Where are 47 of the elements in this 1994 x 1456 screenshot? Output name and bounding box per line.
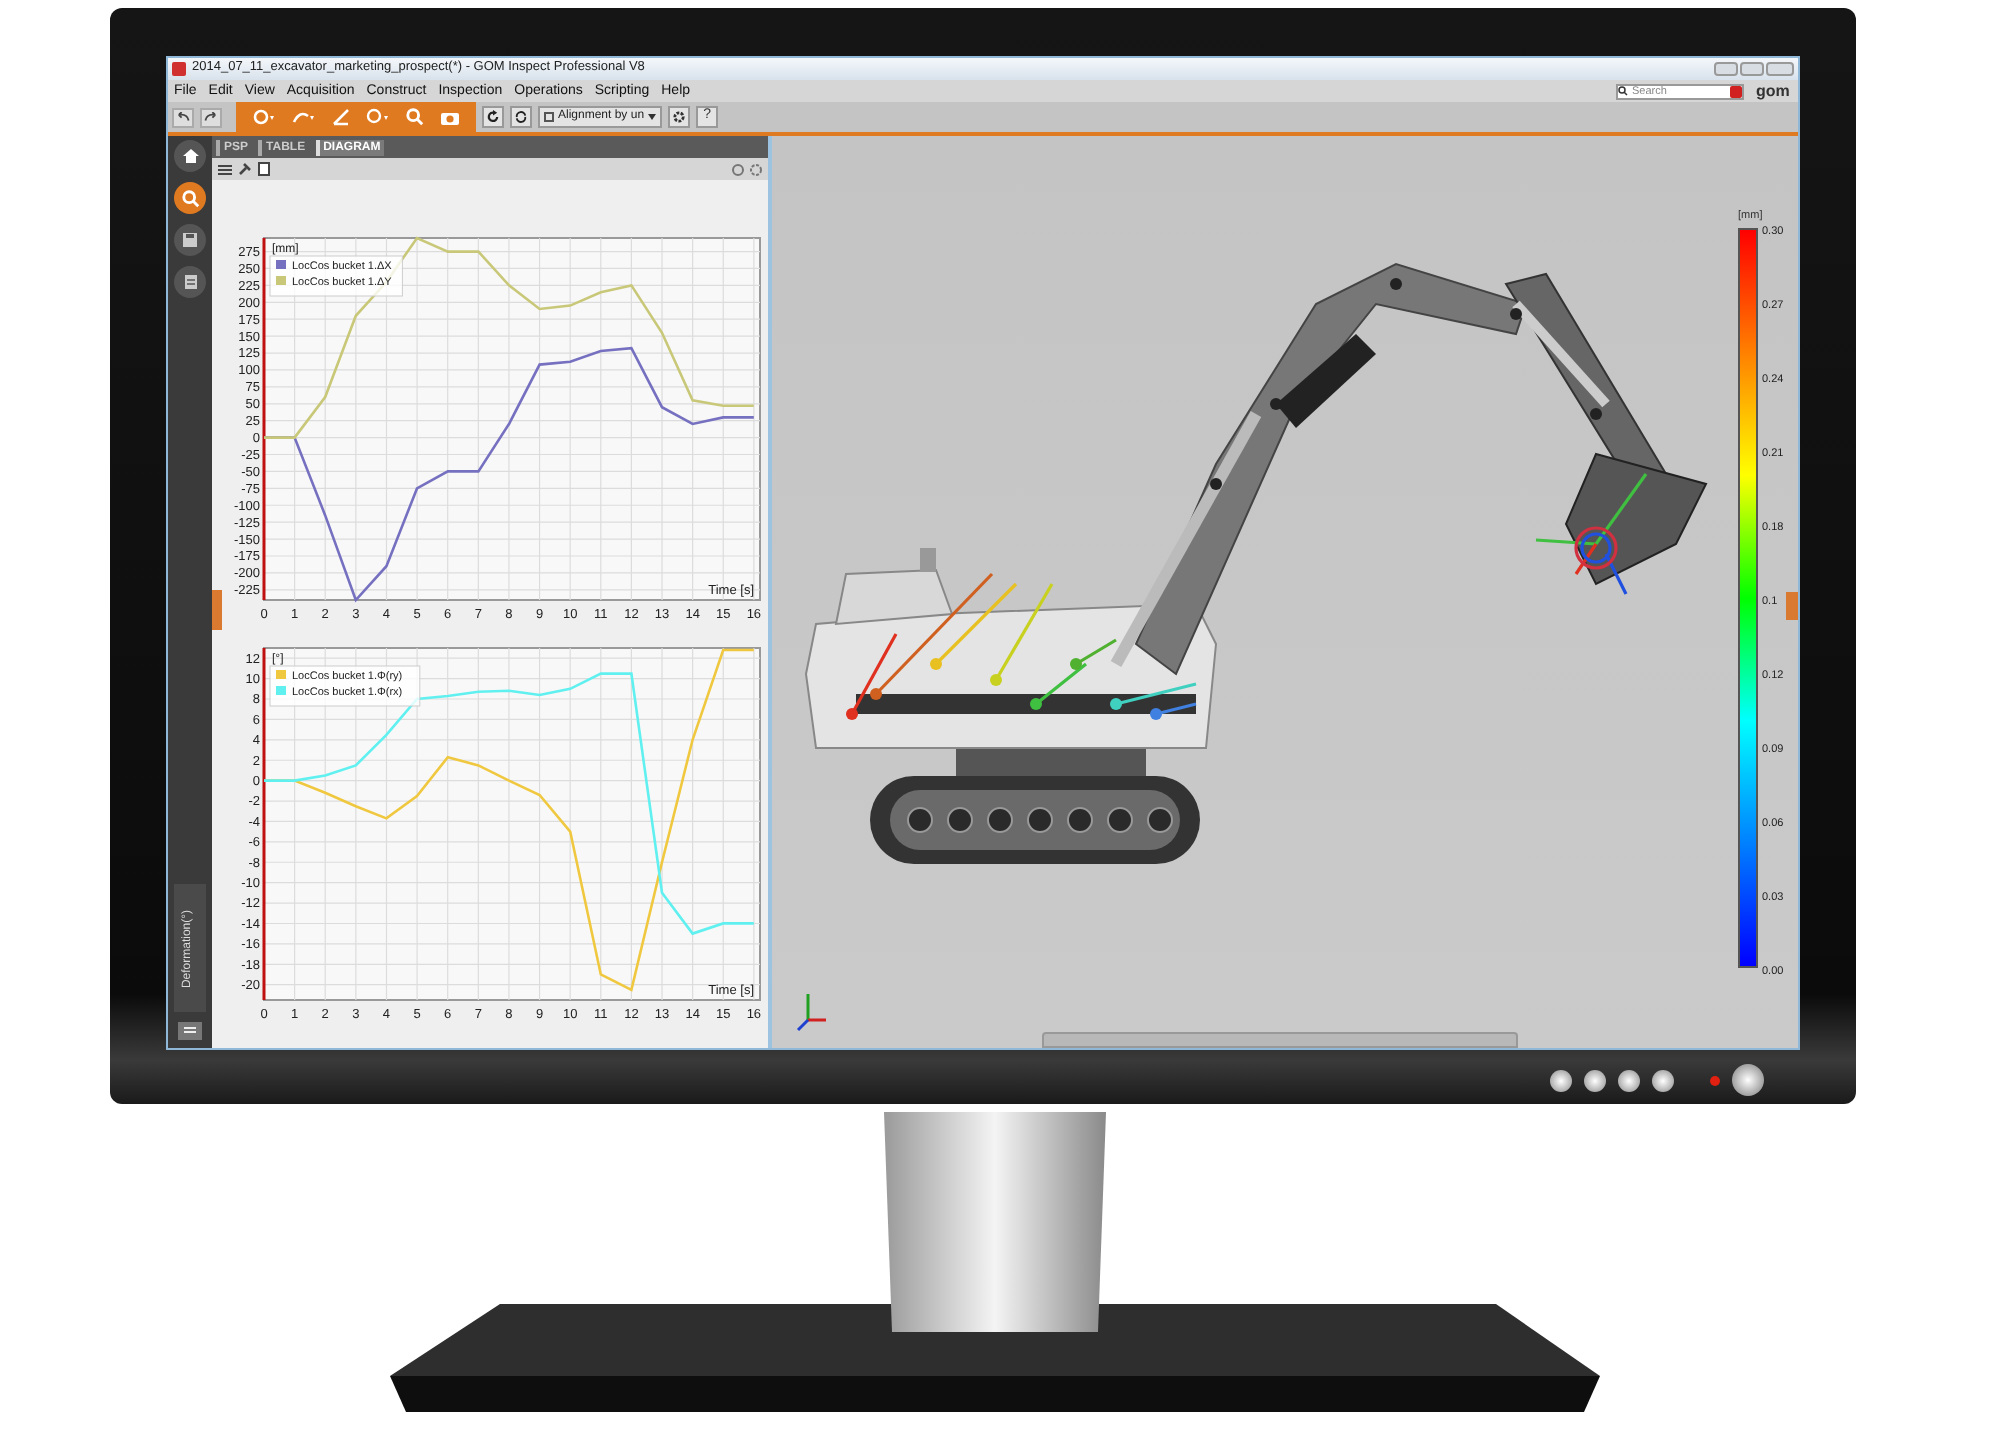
home-icon [181,148,199,164]
legend-swatch [276,260,286,269]
monitor-button[interactable] [1652,1069,1674,1091]
home-button[interactable] [174,140,206,172]
power-led [1710,1075,1720,1085]
logo: gom [1756,83,1792,99]
list-icon [184,1026,196,1036]
curve-icon[interactable] [292,108,316,126]
alignment-icon [544,112,554,122]
monitor-button[interactable] [1550,1069,1572,1091]
legend-swatch [276,276,286,285]
sync-icon [514,110,528,124]
monitor-button[interactable] [1584,1069,1606,1091]
panel-menu-button[interactable] [178,1022,202,1040]
axis-triad-icon [796,992,828,1032]
document-icon[interactable] [258,162,270,176]
camera-icon[interactable] [440,109,460,125]
settings-icon [672,110,687,124]
document-icon [183,274,197,290]
list-icon[interactable] [218,163,232,175]
refresh-icon [486,110,500,124]
legend-swatch [276,670,286,679]
legend-box [269,255,403,297]
search-icon [1618,86,1628,96]
search-button[interactable] [174,182,206,214]
monitor-button[interactable] [1618,1069,1640,1091]
help-icon[interactable] [732,163,744,175]
sync-button[interactable] [510,106,532,128]
settings-icon[interactable] [750,163,762,175]
ruler-icon[interactable] [332,108,350,126]
legend-swatch [276,686,286,695]
undo-icon [176,112,190,122]
settings-button[interactable] [668,106,691,128]
search-icon[interactable] [406,108,424,126]
save-icon [182,232,198,248]
refresh-button[interactable] [482,106,504,128]
app-icon [172,62,186,76]
redo-button[interactable] [200,107,222,127]
redo-icon [204,112,218,122]
save-button[interactable] [174,224,206,256]
undo-button[interactable] [172,107,194,127]
panel-handle[interactable] [1786,592,1798,620]
caret-icon [648,114,657,120]
panel-handle[interactable] [212,590,222,630]
power-button[interactable] [1732,1064,1764,1096]
search-icon [181,189,199,207]
report-button[interactable] [174,266,206,298]
